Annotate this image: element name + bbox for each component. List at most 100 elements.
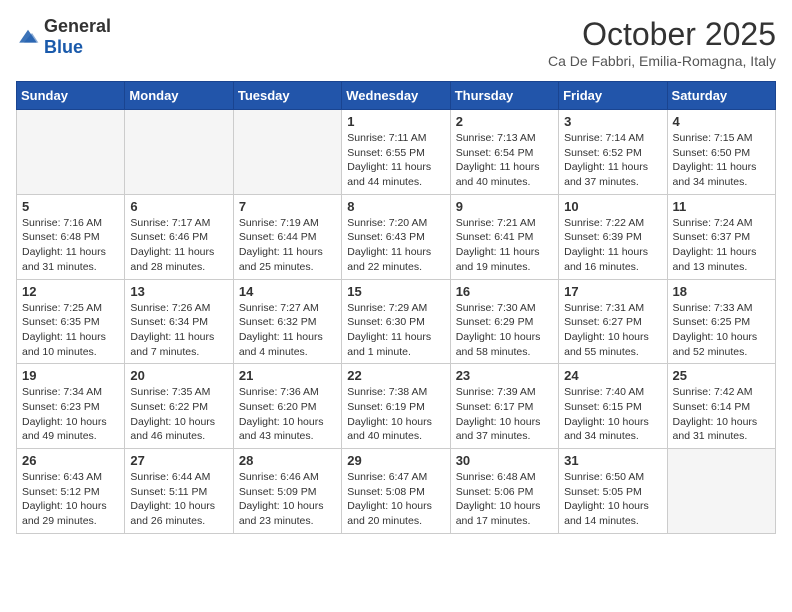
column-header-friday: Friday — [559, 82, 667, 110]
day-number: 26 — [22, 453, 119, 468]
calendar-cell: 8 Sunrise: 7:20 AM Sunset: 6:43 PM Daylig… — [342, 194, 450, 279]
day-number: 12 — [22, 284, 119, 299]
calendar-header-row: SundayMondayTuesdayWednesdayThursdayFrid… — [17, 82, 776, 110]
day-number: 29 — [347, 453, 444, 468]
column-header-wednesday: Wednesday — [342, 82, 450, 110]
calendar-cell: 11 Sunrise: 7:24 AM Sunset: 6:37 PM Dayli… — [667, 194, 775, 279]
day-number: 2 — [456, 114, 553, 129]
day-number: 8 — [347, 199, 444, 214]
day-info: Sunrise: 7:24 AM Sunset: 6:37 PM Dayligh… — [673, 216, 770, 275]
month-title: October 2025 — [548, 16, 776, 53]
calendar-cell: 14 Sunrise: 7:27 AM Sunset: 6:32 PM Dayli… — [233, 279, 341, 364]
day-number: 27 — [130, 453, 227, 468]
day-number: 25 — [673, 368, 770, 383]
location-subtitle: Ca De Fabbri, Emilia-Romagna, Italy — [548, 53, 776, 69]
column-header-sunday: Sunday — [17, 82, 125, 110]
day-number: 4 — [673, 114, 770, 129]
calendar-cell: 27 Sunrise: 6:44 AM Sunset: 5:11 PM Dayli… — [125, 449, 233, 534]
day-info: Sunrise: 6:50 AM Sunset: 5:05 PM Dayligh… — [564, 470, 661, 529]
calendar-cell: 29 Sunrise: 6:47 AM Sunset: 5:08 PM Dayli… — [342, 449, 450, 534]
day-info: Sunrise: 7:21 AM Sunset: 6:41 PM Dayligh… — [456, 216, 553, 275]
day-info: Sunrise: 6:47 AM Sunset: 5:08 PM Dayligh… — [347, 470, 444, 529]
day-info: Sunrise: 6:46 AM Sunset: 5:09 PM Dayligh… — [239, 470, 336, 529]
day-info: Sunrise: 7:20 AM Sunset: 6:43 PM Dayligh… — [347, 216, 444, 275]
day-info: Sunrise: 7:25 AM Sunset: 6:35 PM Dayligh… — [22, 301, 119, 360]
calendar-cell: 1Sunrise: 7:11 AM Sunset: 6:55 PM Daylig… — [342, 110, 450, 195]
calendar-cell: 30Sunrise: 6:48 AM Sunset: 5:06 PM Dayli… — [450, 449, 558, 534]
day-info: Sunrise: 6:48 AM Sunset: 5:06 PM Dayligh… — [456, 470, 553, 529]
calendar-cell: 26 Sunrise: 6:43 AM Sunset: 5:12 PM Dayli… — [17, 449, 125, 534]
calendar-table: SundayMondayTuesdayWednesdayThursdayFrid… — [16, 81, 776, 534]
day-info: Sunrise: 7:15 AM Sunset: 6:50 PM Dayligh… — [673, 131, 770, 190]
calendar-cell: 25Sunrise: 7:42 AM Sunset: 6:14 PM Dayli… — [667, 364, 775, 449]
calendar-cell: 2 Sunrise: 7:13 AM Sunset: 6:54 PM Daylig… — [450, 110, 558, 195]
day-info: Sunrise: 7:14 AM Sunset: 6:52 PM Dayligh… — [564, 131, 661, 190]
day-number: 6 — [130, 199, 227, 214]
calendar-cell: 10Sunrise: 7:22 AM Sunset: 6:39 PM Dayli… — [559, 194, 667, 279]
day-info: Sunrise: 7:30 AM Sunset: 6:29 PM Dayligh… — [456, 301, 553, 360]
calendar-week-2: 5 Sunrise: 7:16 AM Sunset: 6:48 PM Daylig… — [17, 194, 776, 279]
day-info: Sunrise: 7:38 AM Sunset: 6:19 PM Dayligh… — [347, 385, 444, 444]
calendar-cell: 21 Sunrise: 7:36 AM Sunset: 6:20 PM Dayli… — [233, 364, 341, 449]
calendar-cell: 9 Sunrise: 7:21 AM Sunset: 6:41 PM Daylig… — [450, 194, 558, 279]
day-info: Sunrise: 7:27 AM Sunset: 6:32 PM Dayligh… — [239, 301, 336, 360]
day-info: Sunrise: 7:29 AM Sunset: 6:30 PM Dayligh… — [347, 301, 444, 360]
logo: General Blue — [16, 16, 111, 58]
day-number: 17 — [564, 284, 661, 299]
calendar-cell — [17, 110, 125, 195]
day-number: 5 — [22, 199, 119, 214]
title-block: October 2025 Ca De Fabbri, Emilia-Romagn… — [548, 16, 776, 69]
calendar-cell — [125, 110, 233, 195]
day-info: Sunrise: 7:16 AM Sunset: 6:48 PM Dayligh… — [22, 216, 119, 275]
day-number: 22 — [347, 368, 444, 383]
day-info: Sunrise: 7:22 AM Sunset: 6:39 PM Dayligh… — [564, 216, 661, 275]
calendar-cell: 3 Sunrise: 7:14 AM Sunset: 6:52 PM Daylig… — [559, 110, 667, 195]
day-number: 11 — [673, 199, 770, 214]
day-number: 31 — [564, 453, 661, 468]
calendar-cell: 20Sunrise: 7:35 AM Sunset: 6:22 PM Dayli… — [125, 364, 233, 449]
calendar-cell: 4 Sunrise: 7:15 AM Sunset: 6:50 PM Daylig… — [667, 110, 775, 195]
day-info: Sunrise: 7:19 AM Sunset: 6:44 PM Dayligh… — [239, 216, 336, 275]
logo-general: General — [44, 16, 111, 36]
day-info: Sunrise: 7:33 AM Sunset: 6:25 PM Dayligh… — [673, 301, 770, 360]
day-info: Sunrise: 7:13 AM Sunset: 6:54 PM Dayligh… — [456, 131, 553, 190]
calendar-cell: 15 Sunrise: 7:29 AM Sunset: 6:30 PM Dayli… — [342, 279, 450, 364]
day-number: 18 — [673, 284, 770, 299]
day-info: Sunrise: 6:44 AM Sunset: 5:11 PM Dayligh… — [130, 470, 227, 529]
calendar-week-1: 1Sunrise: 7:11 AM Sunset: 6:55 PM Daylig… — [17, 110, 776, 195]
calendar-cell: 24Sunrise: 7:40 AM Sunset: 6:15 PM Dayli… — [559, 364, 667, 449]
day-number: 15 — [347, 284, 444, 299]
calendar-cell: 12 Sunrise: 7:25 AM Sunset: 6:35 PM Dayli… — [17, 279, 125, 364]
day-info: Sunrise: 7:34 AM Sunset: 6:23 PM Dayligh… — [22, 385, 119, 444]
calendar-week-3: 12 Sunrise: 7:25 AM Sunset: 6:35 PM Dayli… — [17, 279, 776, 364]
day-info: Sunrise: 7:31 AM Sunset: 6:27 PM Dayligh… — [564, 301, 661, 360]
calendar-cell: 6 Sunrise: 7:17 AM Sunset: 6:46 PM Daylig… — [125, 194, 233, 279]
day-number: 28 — [239, 453, 336, 468]
logo-blue: Blue — [44, 37, 83, 57]
column-header-saturday: Saturday — [667, 82, 775, 110]
day-number: 1 — [347, 114, 444, 129]
day-number: 20 — [130, 368, 227, 383]
calendar-cell: 22 Sunrise: 7:38 AM Sunset: 6:19 PM Dayli… — [342, 364, 450, 449]
day-number: 19 — [22, 368, 119, 383]
day-info: Sunrise: 7:26 AM Sunset: 6:34 PM Dayligh… — [130, 301, 227, 360]
column-header-monday: Monday — [125, 82, 233, 110]
calendar-cell: 7Sunrise: 7:19 AM Sunset: 6:44 PM Daylig… — [233, 194, 341, 279]
day-info: Sunrise: 6:43 AM Sunset: 5:12 PM Dayligh… — [22, 470, 119, 529]
day-info: Sunrise: 7:17 AM Sunset: 6:46 PM Dayligh… — [130, 216, 227, 275]
day-number: 21 — [239, 368, 336, 383]
calendar-cell: 23Sunrise: 7:39 AM Sunset: 6:17 PM Dayli… — [450, 364, 558, 449]
day-number: 14 — [239, 284, 336, 299]
day-number: 13 — [130, 284, 227, 299]
day-info: Sunrise: 7:40 AM Sunset: 6:15 PM Dayligh… — [564, 385, 661, 444]
calendar-cell: 19 Sunrise: 7:34 AM Sunset: 6:23 PM Dayli… — [17, 364, 125, 449]
calendar-week-5: 26 Sunrise: 6:43 AM Sunset: 5:12 PM Dayli… — [17, 449, 776, 534]
day-number: 3 — [564, 114, 661, 129]
calendar-cell — [233, 110, 341, 195]
column-header-thursday: Thursday — [450, 82, 558, 110]
calendar-cell: 31 Sunrise: 6:50 AM Sunset: 5:05 PM Dayli… — [559, 449, 667, 534]
day-number: 9 — [456, 199, 553, 214]
calendar-cell: 18 Sunrise: 7:33 AM Sunset: 6:25 PM Dayli… — [667, 279, 775, 364]
calendar-cell — [667, 449, 775, 534]
day-info: Sunrise: 7:36 AM Sunset: 6:20 PM Dayligh… — [239, 385, 336, 444]
